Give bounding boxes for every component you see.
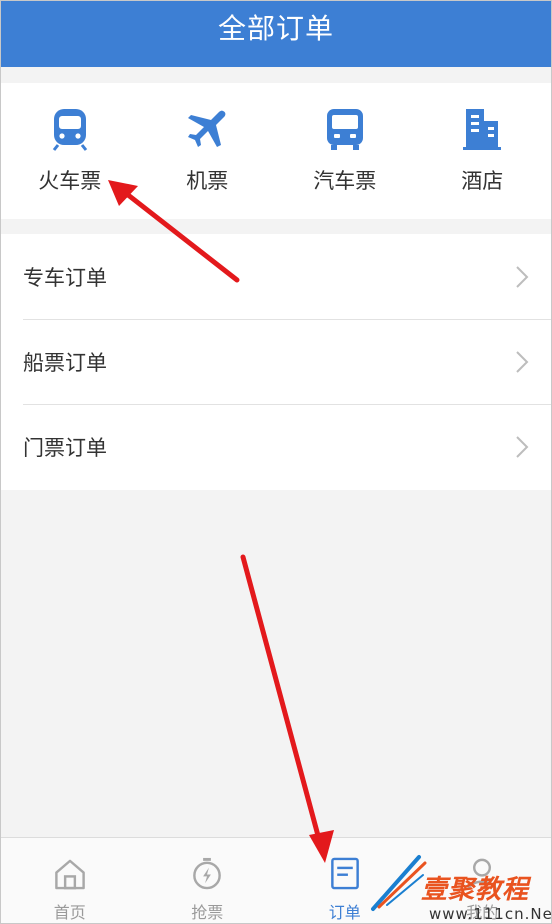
user-icon [467, 858, 498, 890]
plane-icon [188, 110, 226, 147]
chevron-right-icon [516, 265, 529, 288]
category-label: 机票 [186, 169, 229, 193]
category-panel: 火车票 机票 汽车票 酒店 [1, 83, 551, 219]
stopwatch-icon [193, 857, 222, 890]
chevron-right-icon [516, 350, 529, 373]
category-train[interactable]: 火车票 [1, 83, 139, 219]
tab-grab-ticket[interactable]: 抢票 [139, 838, 277, 923]
list-item-label: 专车订单 [23, 265, 107, 290]
chevron-right-icon [516, 435, 529, 458]
building-icon [463, 109, 502, 150]
category-hotel[interactable]: 酒店 [414, 83, 552, 219]
bus-icon [326, 109, 363, 150]
category-label: 火车票 [38, 169, 102, 193]
page-header: 全部订单 [1, 1, 551, 67]
list-item-label: 门票订单 [23, 435, 107, 460]
category-bus[interactable]: 汽车票 [276, 83, 414, 219]
category-flight[interactable]: 机票 [139, 83, 277, 219]
tab-label: 抢票 [191, 903, 224, 922]
list-item-label: 船票订单 [23, 350, 107, 375]
tab-label: 我的 [466, 903, 499, 922]
page-title: 全部订单 [217, 12, 334, 45]
tab-label: 首页 [53, 903, 86, 922]
list-item-ticket-order[interactable]: 门票订单 [1, 404, 551, 489]
tab-home[interactable]: 首页 [1, 838, 139, 923]
list-item-ship-order[interactable]: 船票订单 [1, 319, 551, 404]
tab-orders[interactable]: 订单 [276, 838, 414, 923]
tab-profile[interactable]: 我的 [414, 838, 552, 923]
category-label: 酒店 [461, 169, 504, 193]
order-list: 专车订单 船票订单 门票订单 [1, 234, 551, 490]
annotation-arrow-down-icon [240, 554, 334, 863]
tab-label: 订单 [328, 903, 361, 922]
train-icon [52, 109, 87, 151]
category-label: 汽车票 [313, 169, 377, 193]
order-list-icon [330, 857, 359, 890]
list-item-car-order[interactable]: 专车订单 [1, 234, 551, 319]
home-icon [54, 859, 85, 890]
bottom-tab-bar: 首页 抢票 订单 我的 [1, 837, 551, 923]
